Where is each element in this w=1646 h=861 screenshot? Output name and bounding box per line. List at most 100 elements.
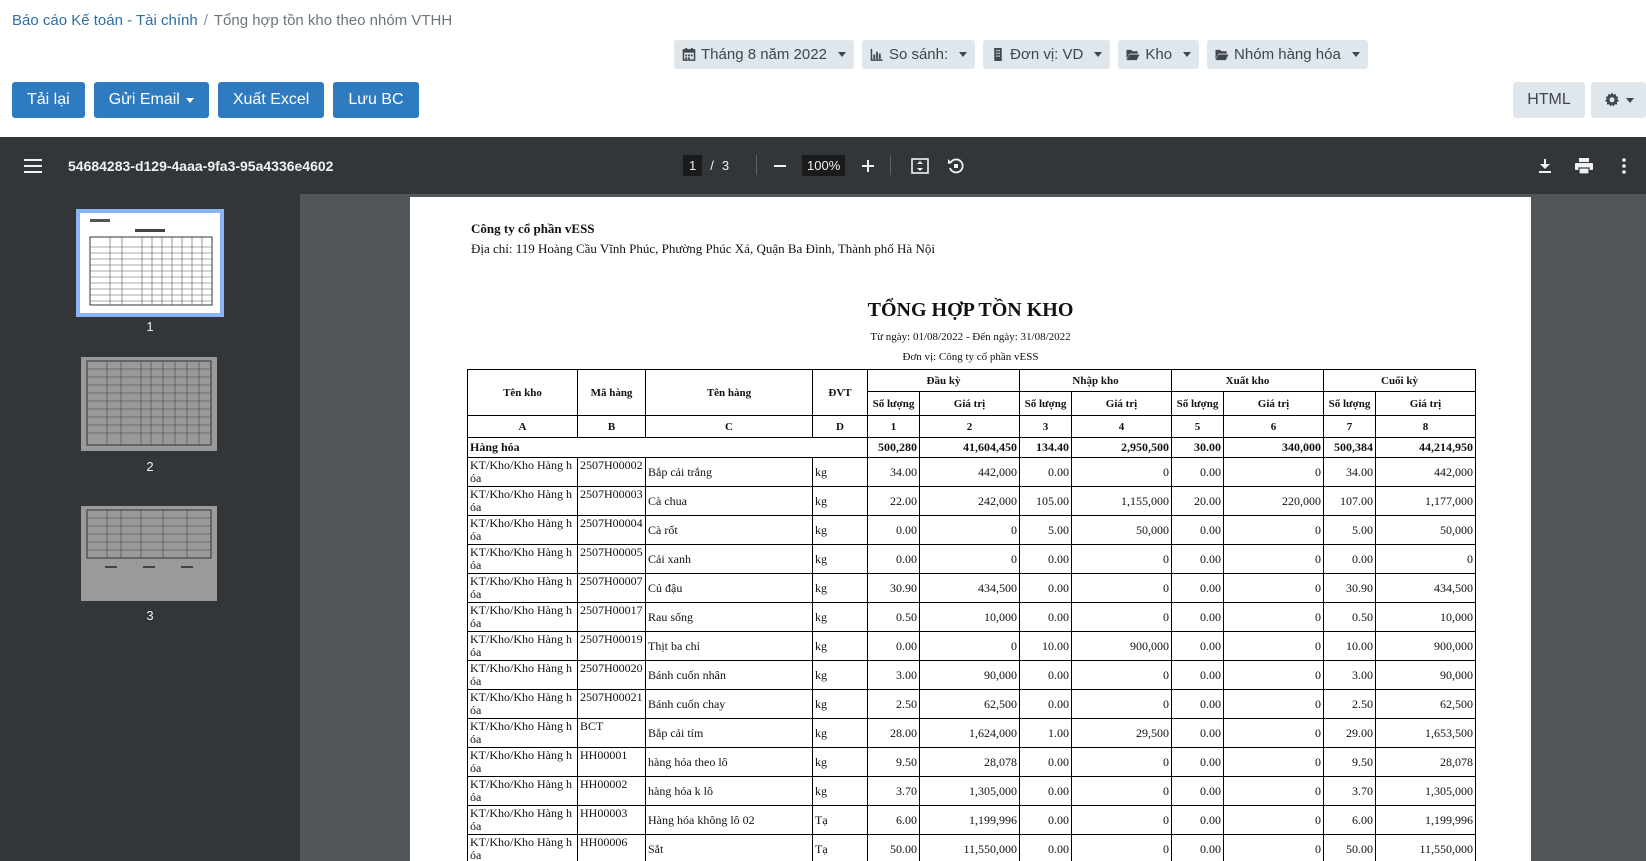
column-letter: 7 bbox=[1323, 415, 1376, 438]
warehouse-cell: KT/Kho/Kho Hàng hóa bbox=[470, 517, 572, 543]
product-name-cell: Hàng hóa không lô 02 bbox=[648, 812, 755, 827]
save-report-button[interactable]: Lưu BC bbox=[333, 82, 419, 118]
group-total-cell: 500,384 bbox=[1323, 437, 1376, 458]
more-options-button[interactable] bbox=[1622, 137, 1626, 194]
numeric-cell: 1,177,000 bbox=[1425, 493, 1473, 508]
numeric-cell: 0.00 bbox=[1048, 812, 1069, 827]
gear-icon bbox=[1604, 92, 1619, 107]
numeric-cell: 0 bbox=[1163, 580, 1169, 595]
numeric-cell: 0.00 bbox=[1200, 464, 1221, 479]
numeric-cell: 90,000 bbox=[984, 667, 1017, 682]
column-letter: 8 bbox=[1375, 415, 1476, 438]
period-filter-dropdown[interactable]: Tháng 8 năm 2022 bbox=[674, 40, 854, 69]
send-email-button[interactable]: Gửi Email bbox=[93, 82, 209, 118]
warehouse-cell: KT/Kho/Kho Hàng hóa bbox=[470, 778, 572, 804]
uom-cell: Tạ bbox=[815, 812, 828, 827]
pdf-viewer-toolbar: 54684283-d129-4aaa-9fa3-95a4336e4602 1 /… bbox=[0, 137, 1646, 194]
numeric-cell: 0.00 bbox=[1048, 667, 1069, 682]
zoom-field[interactable]: 100% bbox=[802, 137, 846, 194]
product-code-cell: 2507H00019 bbox=[580, 633, 643, 646]
pdf-filename: 54684283-d129-4aaa-9fa3-95a4336e4602 bbox=[68, 157, 334, 174]
html-view-button[interactable]: HTML bbox=[1513, 82, 1585, 118]
column-letter: 3 bbox=[1019, 415, 1072, 438]
product-code-cell: 2507H00002 bbox=[580, 459, 643, 472]
zoom-in-button[interactable] bbox=[861, 137, 875, 194]
warehouse-cell: KT/Kho/Kho Hàng hóa bbox=[470, 459, 572, 485]
product-group-filter-dropdown[interactable]: Nhóm hàng hóa bbox=[1207, 40, 1368, 69]
send-email-label: Gửi Email bbox=[108, 91, 180, 108]
numeric-cell: 0 bbox=[1163, 754, 1169, 769]
column-letter: 5 bbox=[1171, 415, 1224, 438]
numeric-cell: 0.50 bbox=[1352, 609, 1373, 624]
download-icon bbox=[1539, 158, 1551, 173]
warehouse-filter-dropdown[interactable]: Kho bbox=[1118, 40, 1200, 69]
breadcrumb-root-link[interactable]: Báo cáo Kế toán - Tài chính bbox=[12, 12, 198, 29]
fit-to-page-icon bbox=[911, 157, 929, 174]
numeric-cell: 0.00 bbox=[1048, 754, 1069, 769]
minus-icon bbox=[774, 164, 786, 167]
page-thumbnail-preview bbox=[86, 509, 212, 568]
numeric-cell: 0 bbox=[1163, 609, 1169, 624]
report-title: TỔNG HỢP TỒN KHO bbox=[867, 299, 1074, 321]
page-thumbnail-3[interactable] bbox=[81, 506, 217, 601]
numeric-cell: 0.00 bbox=[896, 522, 917, 537]
numeric-cell: 6.00 bbox=[1352, 812, 1373, 827]
unit-filter-dropdown[interactable]: Đơn vị: VD bbox=[983, 40, 1111, 69]
header-code: Mã hàng bbox=[577, 369, 646, 416]
rotate-icon bbox=[948, 158, 964, 173]
numeric-cell: 0.00 bbox=[1200, 841, 1221, 856]
header-uom: ĐVT bbox=[812, 369, 868, 416]
print-button[interactable] bbox=[1575, 137, 1593, 194]
table-row: KT/Kho/Kho Hàng hóa 2507H00003 Cà chua kg 22… bbox=[467, 486, 1476, 516]
numeric-cell: 1,653,500 bbox=[1425, 725, 1473, 740]
page-thumbnail-2[interactable] bbox=[81, 357, 217, 451]
numeric-cell: 0 bbox=[1163, 841, 1169, 856]
export-excel-button[interactable]: Xuất Excel bbox=[217, 82, 325, 118]
product-code-cell: HH00001 bbox=[580, 749, 628, 762]
product-name-cell: Cải xanh bbox=[648, 551, 691, 566]
table-row: KT/Kho/Kho Hàng hóa 2507H00017 Rau sống kg 0… bbox=[467, 602, 1476, 632]
table-row: KT/Kho/Kho Hàng hóa BCT Bắp cải tím kg 28.00… bbox=[467, 718, 1476, 748]
settings-dropdown[interactable] bbox=[1591, 82, 1646, 118]
uom-cell: kg bbox=[815, 493, 827, 508]
fit-page-button[interactable] bbox=[911, 137, 929, 194]
numeric-cell: 0.00 bbox=[1048, 464, 1069, 479]
numeric-cell: 28,078 bbox=[984, 754, 1017, 769]
numeric-cell: 30.90 bbox=[1346, 580, 1373, 595]
numeric-cell: 22.00 bbox=[890, 493, 917, 508]
header-qty: Số lượng bbox=[1019, 391, 1072, 416]
numeric-cell: 0.00 bbox=[1200, 609, 1221, 624]
numeric-cell: 3.70 bbox=[896, 783, 917, 798]
column-letter: 4 bbox=[1071, 415, 1172, 438]
table-row: KT/Kho/Kho Hàng hóa 2507H00005 Cải xanh kg 0… bbox=[467, 544, 1476, 574]
numeric-cell: 105.00 bbox=[1036, 493, 1069, 508]
table-row: KT/Kho/Kho Hàng hóa HH00003 Hàng hóa không… bbox=[467, 805, 1476, 835]
numeric-cell: 2.50 bbox=[896, 696, 917, 711]
numeric-cell: 0 bbox=[1163, 783, 1169, 798]
numeric-cell: 0 bbox=[1163, 696, 1169, 711]
page-number-input[interactable]: 1 bbox=[683, 155, 703, 176]
header-receipt: Nhập kho bbox=[1019, 369, 1172, 392]
reload-button[interactable]: Tải lại bbox=[12, 82, 85, 118]
compare-filter-dropdown[interactable]: So sánh: bbox=[861, 40, 976, 69]
rotate-button[interactable] bbox=[947, 137, 965, 194]
header-qty: Số lượng bbox=[1323, 391, 1376, 416]
numeric-cell: 0.00 bbox=[1200, 580, 1221, 595]
column-letter: A bbox=[467, 415, 578, 438]
numeric-cell: 0 bbox=[1315, 551, 1321, 566]
download-button[interactable] bbox=[1538, 137, 1552, 194]
sidebar-toggle-button[interactable] bbox=[24, 137, 42, 194]
pdf-page: Công ty cổ phần vESS Địa chỉ: 119 Hoàng … bbox=[410, 197, 1531, 861]
company-address: Địa chỉ: 119 Hoàng Cầu Vĩnh Phúc, Phường… bbox=[471, 241, 935, 256]
menu-icon bbox=[24, 158, 42, 173]
numeric-cell: 50,000 bbox=[1440, 522, 1473, 537]
numeric-cell: 0 bbox=[1163, 464, 1169, 479]
numeric-cell: 0 bbox=[1315, 522, 1321, 537]
chevron-down-icon bbox=[837, 52, 846, 57]
numeric-cell: 442,000 bbox=[1434, 464, 1473, 479]
zoom-out-button[interactable] bbox=[773, 137, 787, 194]
column-letter: 2 bbox=[919, 415, 1020, 438]
group-total-cell: 30.00 bbox=[1171, 437, 1224, 458]
warehouse-cell: KT/Kho/Kho Hàng hóa bbox=[470, 633, 572, 659]
page-thumbnail-1[interactable] bbox=[76, 209, 224, 317]
